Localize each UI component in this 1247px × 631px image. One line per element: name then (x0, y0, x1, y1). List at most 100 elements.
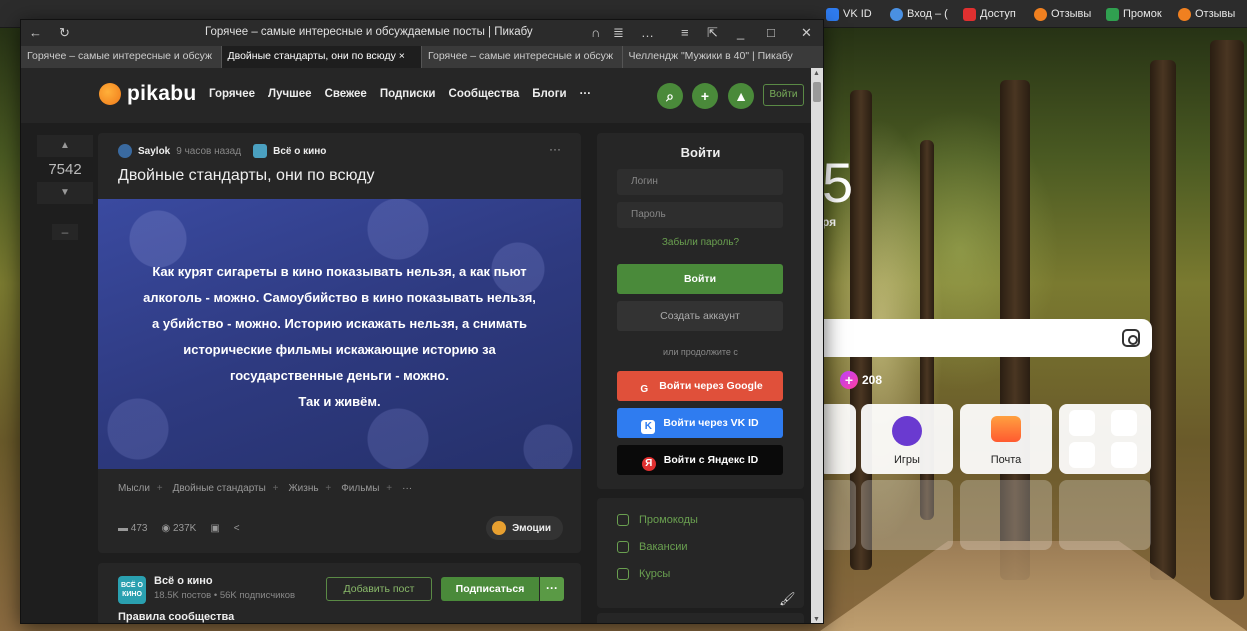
tag-double-standards[interactable]: Двойные стандарты (173, 483, 279, 494)
tab-close-icon[interactable]: × (399, 50, 405, 62)
forgot-password-link[interactable]: Забыли пароль? (597, 237, 804, 248)
emotions-button[interactable]: Эмоции (486, 516, 563, 540)
yandex-search-box[interactable] (820, 319, 1152, 357)
comments-count[interactable]: ▬ 473 (118, 523, 147, 534)
tab-double-standards[interactable]: Двойные стандарты, они по всюду × (221, 46, 422, 68)
post-community[interactable]: Всё о кино (273, 146, 326, 157)
tab-hot-1[interactable]: Горячее – самые интересные и обсуж (21, 46, 222, 68)
nav-hot[interactable]: Горячее (209, 88, 255, 100)
bookmark-vk[interactable]: VK ID (826, 6, 872, 22)
briefcase-icon (617, 541, 629, 553)
nav-fresh[interactable]: Свежее (325, 88, 367, 100)
headphones-icon[interactable]: ∩ (591, 25, 600, 41)
tile-mail[interactable]: Почта (960, 404, 1052, 474)
scroll-thumb[interactable] (813, 82, 821, 102)
camera-search-icon[interactable] (1122, 329, 1140, 347)
tag-life[interactable]: Жизнь (288, 483, 331, 494)
app-icon (1069, 410, 1095, 436)
subscribe-more-button[interactable]: ··· (540, 577, 564, 601)
views-count: ◉ 237K (161, 523, 197, 534)
search-icon[interactable]: ⌕ (657, 83, 683, 109)
theme-brush-icon[interactable]: 🖌 (779, 591, 796, 607)
bookmark-reviews-2[interactable]: Отзывы (1178, 6, 1235, 22)
login-field[interactable]: Логин (617, 169, 783, 195)
emoji-icon (492, 521, 507, 535)
nav-more[interactable]: ··· (580, 88, 592, 100)
scroll-down-icon[interactable]: ▼ (813, 616, 820, 623)
nav-best[interactable]: Лучшее (268, 88, 312, 100)
post-rating: ▲ 7542 ▼ – (37, 135, 93, 240)
post-author[interactable]: Saylok (138, 146, 170, 157)
post-meta: Saylok 9 часов назад Всё о кино (118, 144, 326, 158)
tab-hot-2[interactable]: Горячее – самые интересные и обсуж (422, 46, 623, 68)
link-courses[interactable]: Курсы (617, 568, 670, 580)
date-fragment: ря (822, 215, 837, 229)
maximize-icon[interactable]: □ (767, 25, 775, 41)
post-image[interactable]: Как курят сигареты в кино показывать нел… (98, 199, 581, 469)
community-icon[interactable] (253, 144, 268, 158)
nav-communities[interactable]: Сообщества (449, 88, 520, 100)
tab-challenge[interactable]: Челлендж "Мужики в 40" | Пикабу (623, 46, 824, 68)
community-stats: 18.5K постов • 56K подписчиков (154, 590, 296, 601)
vk-login-button[interactable]: K Войти через VK ID (617, 408, 783, 438)
tile-empty[interactable] (1059, 480, 1151, 550)
post-time: 9 часов назад (176, 145, 242, 157)
post-tags: Мысли Двойные стандарты Жизнь Фильмы ··· (118, 483, 412, 494)
bookmark-reviews[interactable]: Отзывы (1034, 6, 1091, 22)
share-icon[interactable]: < (234, 523, 240, 534)
yandex-login-button[interactable]: Я Войти с Яндекс ID (617, 445, 783, 475)
pin-icon[interactable]: ⇱ (707, 25, 718, 41)
nav-blogs[interactable]: Блоги (532, 88, 566, 100)
header-login-button[interactable]: Войти (763, 84, 804, 106)
tile-games[interactable]: Игры (861, 404, 953, 474)
bell-icon[interactable]: ▲ (728, 83, 754, 109)
link-promocodes[interactable]: Промокоды (617, 514, 698, 526)
tag-thoughts[interactable]: Мысли (118, 483, 163, 494)
post-more-icon[interactable]: ··· (549, 142, 561, 156)
downvote-icon[interactable]: ▼ (37, 182, 93, 204)
tag-films[interactable]: Фильмы (341, 483, 392, 494)
tile-folder[interactable] (1059, 404, 1151, 474)
password-field[interactable]: Пароль (617, 202, 783, 228)
nav-subscriptions[interactable]: Подписки (380, 88, 436, 100)
tile-empty[interactable] (861, 480, 953, 550)
tags-more[interactable]: ··· (402, 483, 412, 494)
add-icon[interactable]: + (692, 83, 718, 109)
create-account-button[interactable]: Создать аккаунт (617, 301, 783, 331)
pikabu-logo-icon (99, 83, 121, 105)
bookmark-promo[interactable]: Промок (1106, 6, 1162, 22)
sidebar-next-block (597, 613, 804, 623)
subscribe-button[interactable]: Подписаться (441, 577, 539, 601)
minimize-icon[interactable]: _ (737, 25, 744, 41)
upvote-icon[interactable]: ▲ (37, 135, 93, 157)
mail-icon (991, 416, 1021, 442)
vertical-scrollbar[interactable]: ▲ ▼ (811, 68, 823, 623)
close-icon[interactable]: ✕ (801, 25, 812, 41)
login-button[interactable]: Войти (617, 264, 783, 294)
community-rules[interactable]: Правила сообщества (118, 611, 234, 623)
save-icon[interactable]: ▣ (210, 523, 219, 534)
community-logo[interactable]: ВСЁ О КИНО (118, 576, 146, 604)
bookmark-access[interactable]: Доступ (963, 6, 1016, 22)
link-vacancies[interactable]: Вакансии (617, 541, 688, 553)
add-post-button[interactable]: Добавить пост (326, 577, 432, 601)
post-title[interactable]: Двойные стандарты, они по всюду (118, 167, 374, 185)
comment-icon: ▬ (118, 523, 128, 534)
tile-empty[interactable] (960, 480, 1052, 550)
collapse-button[interactable]: – (52, 224, 78, 240)
plus-counter[interactable]: +208 (840, 371, 882, 389)
app-icon (1111, 410, 1137, 436)
reader-icon[interactable]: ≣ (613, 25, 624, 41)
bookmark-login[interactable]: Вход – ( (890, 6, 948, 22)
graduation-icon (617, 568, 629, 580)
back-icon[interactable]: ← (29, 25, 42, 41)
scroll-up-icon[interactable]: ▲ (813, 70, 820, 77)
community-name[interactable]: Всё о кино (154, 575, 213, 587)
google-login-button[interactable]: G Войти через Google (617, 371, 783, 401)
ellipsis-icon[interactable]: … (641, 25, 654, 41)
plus-icon: + (840, 371, 858, 389)
reload-icon[interactable]: ↻ (59, 25, 70, 41)
site-logo[interactable]: pikabu (99, 82, 196, 106)
avatar[interactable] (118, 144, 132, 158)
menu-icon[interactable]: ≡ (681, 25, 689, 41)
